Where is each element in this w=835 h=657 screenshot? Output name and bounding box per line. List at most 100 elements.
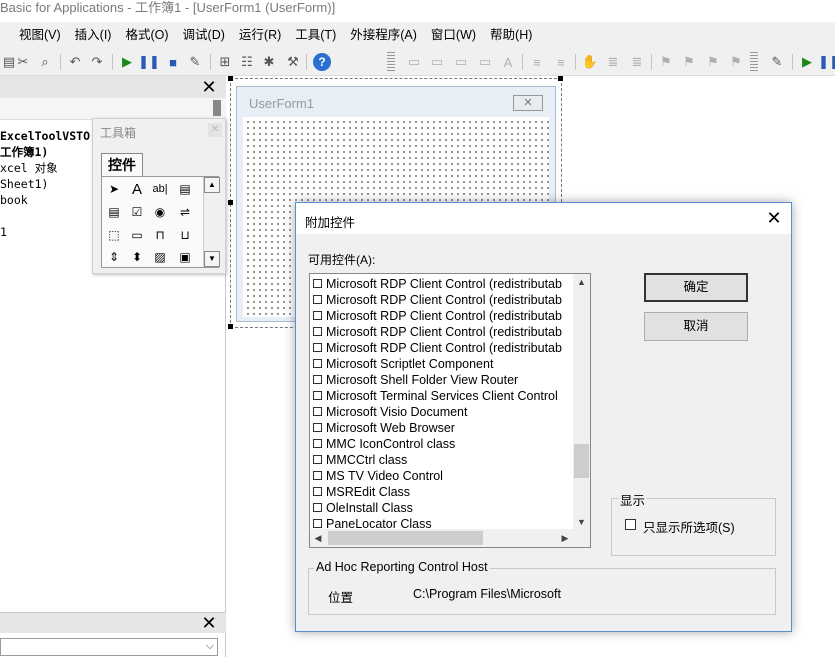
menu-tools[interactable]: 工具(T) [288,22,343,48]
textbox-icon[interactable]: ab| [150,179,170,199]
combobox-icon[interactable]: ▤ [175,179,195,199]
ok-button[interactable]: 确定 [644,273,748,302]
list-item[interactable]: Microsoft Shell Folder View Router [310,372,574,388]
list-item[interactable]: OleInstall Class [310,500,574,516]
list-vertical-scrollbar[interactable]: ▲ ▼ [573,274,590,530]
cancel-button[interactable]: 取消 [644,312,748,341]
tree-node[interactable]: book [0,192,97,208]
quick-info-icon[interactable]: ▭ [452,53,470,71]
object-selector[interactable]: ⌵ [0,638,218,656]
tabstrip-icon[interactable]: ⊓ [150,225,170,245]
object-browser-icon[interactable]: ✱ [260,53,278,71]
scroll-down-icon[interactable]: ▼ [573,514,590,530]
menu-addins[interactable]: 外接程序(A) [343,22,424,48]
resize-handle[interactable] [228,200,233,205]
project-explorer-icon[interactable]: ⊞ [216,53,234,71]
checkbox[interactable] [313,311,322,320]
checkbox[interactable] [313,503,322,512]
list-item[interactable]: Microsoft RDP Client Control (redistribu… [310,292,574,308]
checkbox[interactable] [313,471,322,480]
dialog-close-icon[interactable]: ✕ [765,209,783,227]
checkbox[interactable] [313,391,322,400]
checkbox[interactable] [313,455,322,464]
refedit-icon[interactable]: ▣ [175,247,195,267]
available-controls-list[interactable]: Microsoft RDP Client Control (redistribu… [309,273,591,548]
tab-controls[interactable]: 控件 [101,153,143,177]
list-item[interactable]: MMCCtrl class [310,452,574,468]
comment-block-icon[interactable]: ≣ [604,53,622,71]
checkbox[interactable] [313,295,322,304]
design-mode-icon[interactable]: ✎ [186,53,204,71]
prev-bookmark-icon[interactable]: ⚑ [704,53,722,71]
help-icon[interactable]: ? [313,53,331,71]
optionbutton-icon[interactable]: ◉ [150,202,170,222]
scroll-left-icon[interactable]: ◀ [310,529,326,547]
menu-window[interactable]: 窗口(W) [424,22,483,48]
outdent-icon[interactable]: ≡ [552,53,570,71]
listbox-icon[interactable]: ▤ [104,202,124,222]
undo-icon[interactable]: ↶ [66,53,84,71]
break-icon-2[interactable]: ❚❚ [818,53,835,71]
scroll-thumb[interactable] [328,531,483,545]
pointer-icon[interactable]: ➤ [104,179,124,199]
list-item[interactable]: Microsoft RDP Client Control (redistribu… [310,340,574,356]
menu-format[interactable]: 格式(O) [118,22,175,48]
scroll-thumb[interactable] [574,444,589,478]
list-constants-icon[interactable]: ▭ [428,53,446,71]
toolbox-icon[interactable]: ⚒ [284,53,302,71]
cut-icon[interactable]: ✂ [14,53,32,71]
tree-node[interactable]: xcel 对象 [0,160,97,176]
checkbox[interactable] [313,279,322,288]
run-icon-2[interactable]: ▶ [798,53,816,71]
break-icon[interactable]: ❚❚ [138,53,160,71]
checkbox[interactable] [313,487,322,496]
togglebutton-icon[interactable]: ⇌ [175,202,195,222]
tree-node[interactable]: ExcelToolVSTO) [0,128,97,144]
properties-icon[interactable]: ☷ [238,53,256,71]
list-item[interactable]: MSREdit Class [310,484,574,500]
checkbox[interactable] [313,375,322,384]
menu-insert[interactable]: 插入(I) [68,22,119,48]
list-item[interactable]: Microsoft Scriptlet Component [310,356,574,372]
indent-icon[interactable]: ≡ [528,53,546,71]
complete-word-icon[interactable]: A [499,53,517,71]
list-item[interactable]: Microsoft Terminal Services Client Contr… [310,388,574,404]
list-item[interactable]: Microsoft RDP Client Control (redistribu… [310,276,574,292]
frame-icon[interactable]: ⬚ [104,225,124,245]
list-item[interactable]: MMC IconControl class [310,436,574,452]
scroll-up-icon[interactable]: ▲ [573,274,590,290]
tree-node[interactable]: Sheet1) [0,176,97,192]
scroll-down-icon[interactable]: ▼ [204,251,220,267]
checkbox[interactable] [313,423,322,432]
menu-debug[interactable]: 调试(D) [176,22,232,48]
resize-handle[interactable] [228,324,233,329]
menu-help[interactable]: 帮助(H) [483,22,539,48]
menu-run[interactable]: 运行(R) [232,22,288,48]
list-item[interactable]: Microsoft Visio Document [310,404,574,420]
image-icon[interactable]: ▨ [150,247,170,267]
clear-bookmarks-icon[interactable]: ⚑ [727,53,745,71]
list-item[interactable]: Microsoft RDP Client Control (redistribu… [310,324,574,340]
toolbar-grip-2[interactable] [750,52,758,72]
list-item[interactable]: Microsoft Web Browser [310,420,574,436]
close-project-explorer-icon[interactable]: ✕ [200,78,218,96]
project-explorer-scrollbar[interactable] [213,100,221,116]
reset-icon[interactable]: ■ [164,53,182,71]
find-icon[interactable]: ⌕ [36,53,54,71]
checkbox[interactable] [313,343,322,352]
checkbox[interactable] [313,327,322,336]
toolbox-close-icon[interactable]: ✕ [208,123,222,137]
checkbox[interactable] [313,407,322,416]
resize-handle[interactable] [558,76,563,81]
resize-handle[interactable] [228,76,233,81]
toolbox-scrollbar[interactable]: ▲ ▼ [203,177,220,267]
bookmark-icon[interactable]: ⚑ [657,53,675,71]
list-item[interactable]: MS TV Video Control [310,468,574,484]
tree-node[interactable]: 1 [0,224,97,240]
uncomment-block-icon[interactable]: ≣ [628,53,646,71]
scroll-up-icon[interactable]: ▲ [204,177,220,193]
tree-node[interactable]: 工作簿1) [0,144,97,160]
redo-icon[interactable]: ↷ [88,53,106,71]
scroll-right-icon[interactable]: ▶ [557,529,573,547]
param-info-icon[interactable]: ▭ [476,53,494,71]
